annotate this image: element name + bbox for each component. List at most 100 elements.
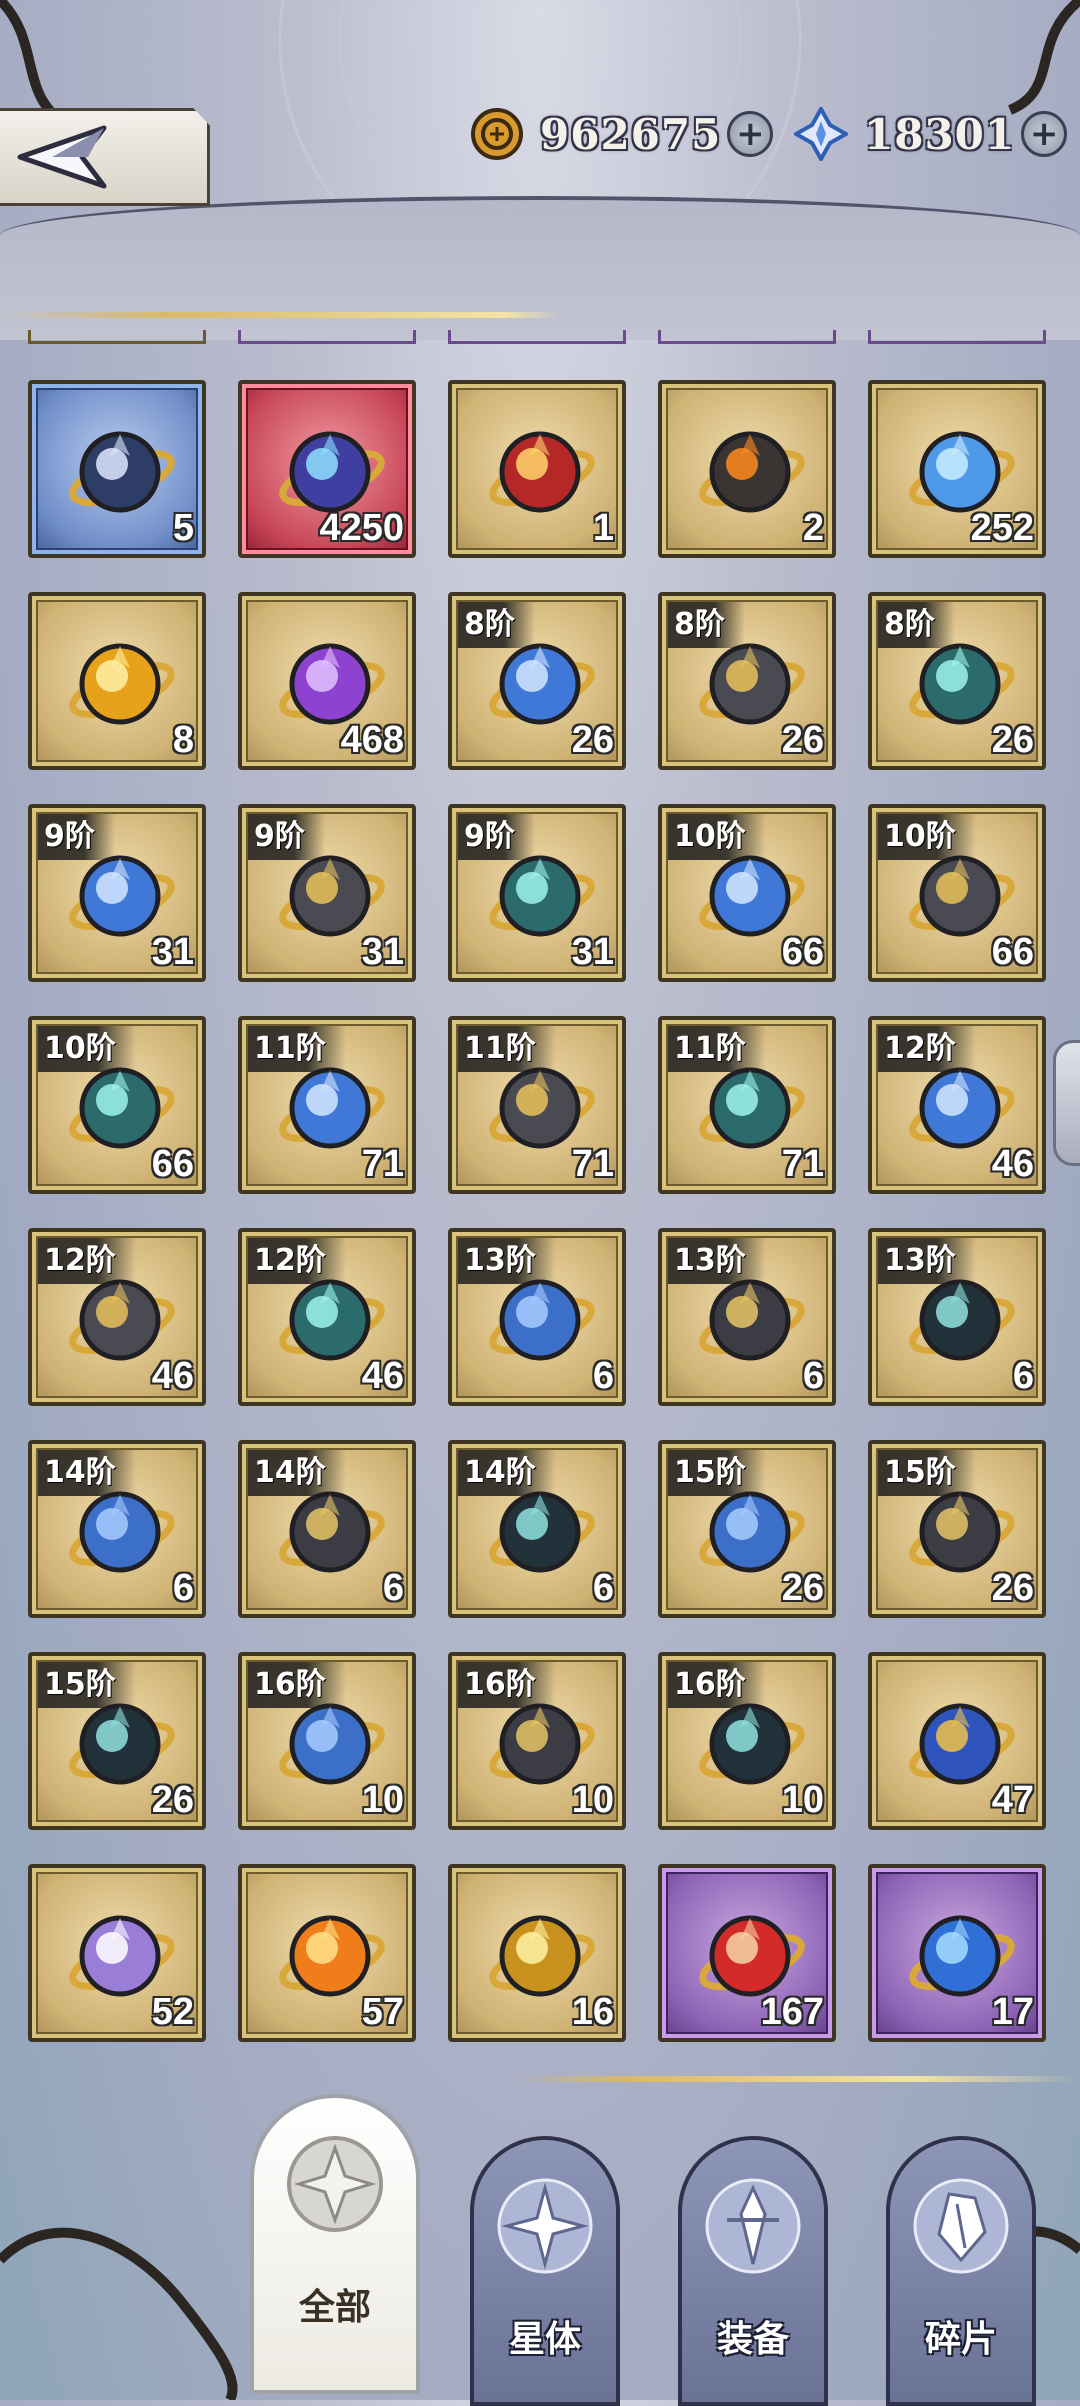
inventory-item[interactable]: 8 (28, 592, 206, 770)
inventory-item[interactable]: 10阶 66 (658, 804, 836, 982)
item-tier-badge: 9阶 (248, 814, 325, 860)
item-count: 26 (151, 1779, 194, 1821)
tab-equipment[interactable]: 装备 (678, 2136, 828, 2406)
inventory-item[interactable]: 14阶 6 (448, 1440, 626, 1618)
inventory-item[interactable]: 13阶 6 (868, 1228, 1046, 1406)
item-count: 167 (760, 1991, 824, 2033)
inventory-item[interactable]: 2 (658, 380, 836, 558)
item-count: 66 (991, 931, 1034, 973)
inventory-item[interactable]: 10阶 66 (28, 1016, 206, 1194)
item-count: 6 (592, 1355, 614, 1397)
inventory-item[interactable]: 5 (28, 380, 206, 558)
gold-orb-icon (69, 643, 175, 725)
item-count: 26 (781, 1567, 824, 1609)
item-count: 46 (361, 1355, 404, 1397)
inventory-item[interactable]: 13阶 6 (448, 1228, 626, 1406)
item-tier-badge: 15阶 (668, 1450, 766, 1496)
tab-star[interactable]: 星体 (470, 2136, 620, 2406)
inventory-item[interactable]: 9阶 31 (448, 804, 626, 982)
inventory-item[interactable]: 8阶 26 (658, 592, 836, 770)
inventory-item[interactable]: 16阶 10 (238, 1652, 416, 1830)
inventory-item[interactable]: 15阶 26 (658, 1440, 836, 1618)
inventory-item[interactable]: 8阶 26 (448, 592, 626, 770)
inventory-item[interactable]: 15阶 26 (868, 1440, 1046, 1618)
item-count: 26 (781, 719, 824, 761)
inventory-item[interactable]: 16阶 10 (448, 1652, 626, 1830)
inventory-item[interactable]: 4250 (238, 380, 416, 558)
back-button[interactable] (0, 108, 210, 206)
side-scroll-handle[interactable] (1053, 1040, 1080, 1166)
inventory-item[interactable]: 14阶 6 (238, 1440, 416, 1618)
item-count: 31 (361, 931, 404, 973)
inventory-item[interactable]: 1 (448, 380, 626, 558)
item-count: 26 (571, 719, 614, 761)
item-count: 26 (991, 1567, 1034, 1609)
item-count: 5 (172, 507, 194, 549)
item-tier-badge: 10阶 (668, 814, 766, 860)
inventory-item[interactable]: 47 (868, 1652, 1046, 1830)
item-count: 6 (382, 1567, 404, 1609)
inventory-item[interactable]: 14阶 6 (28, 1440, 206, 1618)
item-tier-badge: 9阶 (38, 814, 115, 860)
inventory-item[interactable]: 9阶 31 (28, 804, 206, 982)
item-tier-badge: 16阶 (248, 1662, 346, 1708)
inventory-item[interactable]: 11阶 71 (658, 1016, 836, 1194)
item-count: 57 (361, 1991, 404, 2033)
item-count: 6 (1012, 1355, 1034, 1397)
inventory-item[interactable]: 16 (448, 1864, 626, 2042)
partial-item-slot (868, 330, 1046, 344)
inventory-item[interactable]: 167 (658, 1864, 836, 2042)
add-gem-button[interactable]: + (1021, 111, 1068, 157)
inventory-item[interactable]: 468 (238, 592, 416, 770)
inventory-item[interactable]: 52 (28, 1864, 206, 2042)
inventory-item[interactable]: 11阶 71 (448, 1016, 626, 1194)
inventory-item[interactable]: 252 (868, 380, 1046, 558)
item-tier-badge: 16阶 (668, 1662, 766, 1708)
tab-equipment-label: 装备 (716, 2319, 789, 2360)
diamond-gem-icon (794, 107, 848, 161)
item-tier-badge: 11阶 (668, 1026, 766, 1072)
red-crystal-icon (489, 431, 595, 513)
inventory-item[interactable]: 16阶 10 (658, 1652, 836, 1830)
inventory-item[interactable]: 9阶 31 (238, 804, 416, 982)
item-count: 47 (991, 1779, 1034, 1821)
inventory-item[interactable]: 17 (868, 1864, 1046, 2042)
partial-item-slot (238, 330, 416, 344)
add-gold-button[interactable]: + (727, 111, 774, 157)
bottom-divider (520, 2076, 1080, 2082)
partial-item-slot (658, 330, 836, 344)
item-count: 71 (571, 1143, 614, 1185)
item-count: 10 (781, 1779, 824, 1821)
inventory-item[interactable]: 13阶 6 (658, 1228, 836, 1406)
top-divider (0, 312, 560, 318)
item-count: 16 (571, 1991, 614, 2033)
item-tier-badge: 9阶 (458, 814, 535, 860)
item-count: 31 (571, 931, 614, 973)
category-tabs: 全部 星体 装备 碎片 (0, 2090, 1080, 2406)
item-count: 8 (172, 719, 194, 761)
item-count: 6 (592, 1567, 614, 1609)
item-tier-badge: 10阶 (878, 814, 976, 860)
item-tier-badge: 10阶 (38, 1026, 136, 1072)
item-count: 252 (970, 507, 1034, 549)
equipment-emblem-icon (705, 2178, 801, 2274)
gem-currency: 18301 + (794, 104, 1068, 164)
tab-fragment[interactable]: 碎片 (886, 2136, 1036, 2406)
item-tier-badge: 8阶 (668, 602, 745, 648)
inventory-item[interactable]: 12阶 46 (868, 1016, 1046, 1194)
inventory-item[interactable]: 8阶 26 (868, 592, 1046, 770)
inventory-item[interactable]: 10阶 66 (868, 804, 1046, 982)
inventory-grid: 5 4250 1 2 252 8 468 8阶 26 8阶 26 8阶 26 9阶 31 9阶 31 9阶 31 10… (28, 380, 1046, 2042)
inventory-item[interactable]: 15阶 26 (28, 1652, 206, 1830)
item-tier-badge: 14阶 (458, 1450, 556, 1496)
inventory-item[interactable]: 11阶 71 (238, 1016, 416, 1194)
top-bar: 962675 + 18301 + (0, 0, 1080, 230)
item-count: 10 (361, 1779, 404, 1821)
item-count: 52 (151, 1991, 194, 2033)
item-tier-badge: 13阶 (668, 1238, 766, 1284)
inventory-item[interactable]: 12阶 46 (238, 1228, 416, 1406)
inventory-item[interactable]: 12阶 46 (28, 1228, 206, 1406)
item-count: 31 (151, 931, 194, 973)
tab-all[interactable]: 全部 (250, 2094, 420, 2394)
inventory-item[interactable]: 57 (238, 1864, 416, 2042)
